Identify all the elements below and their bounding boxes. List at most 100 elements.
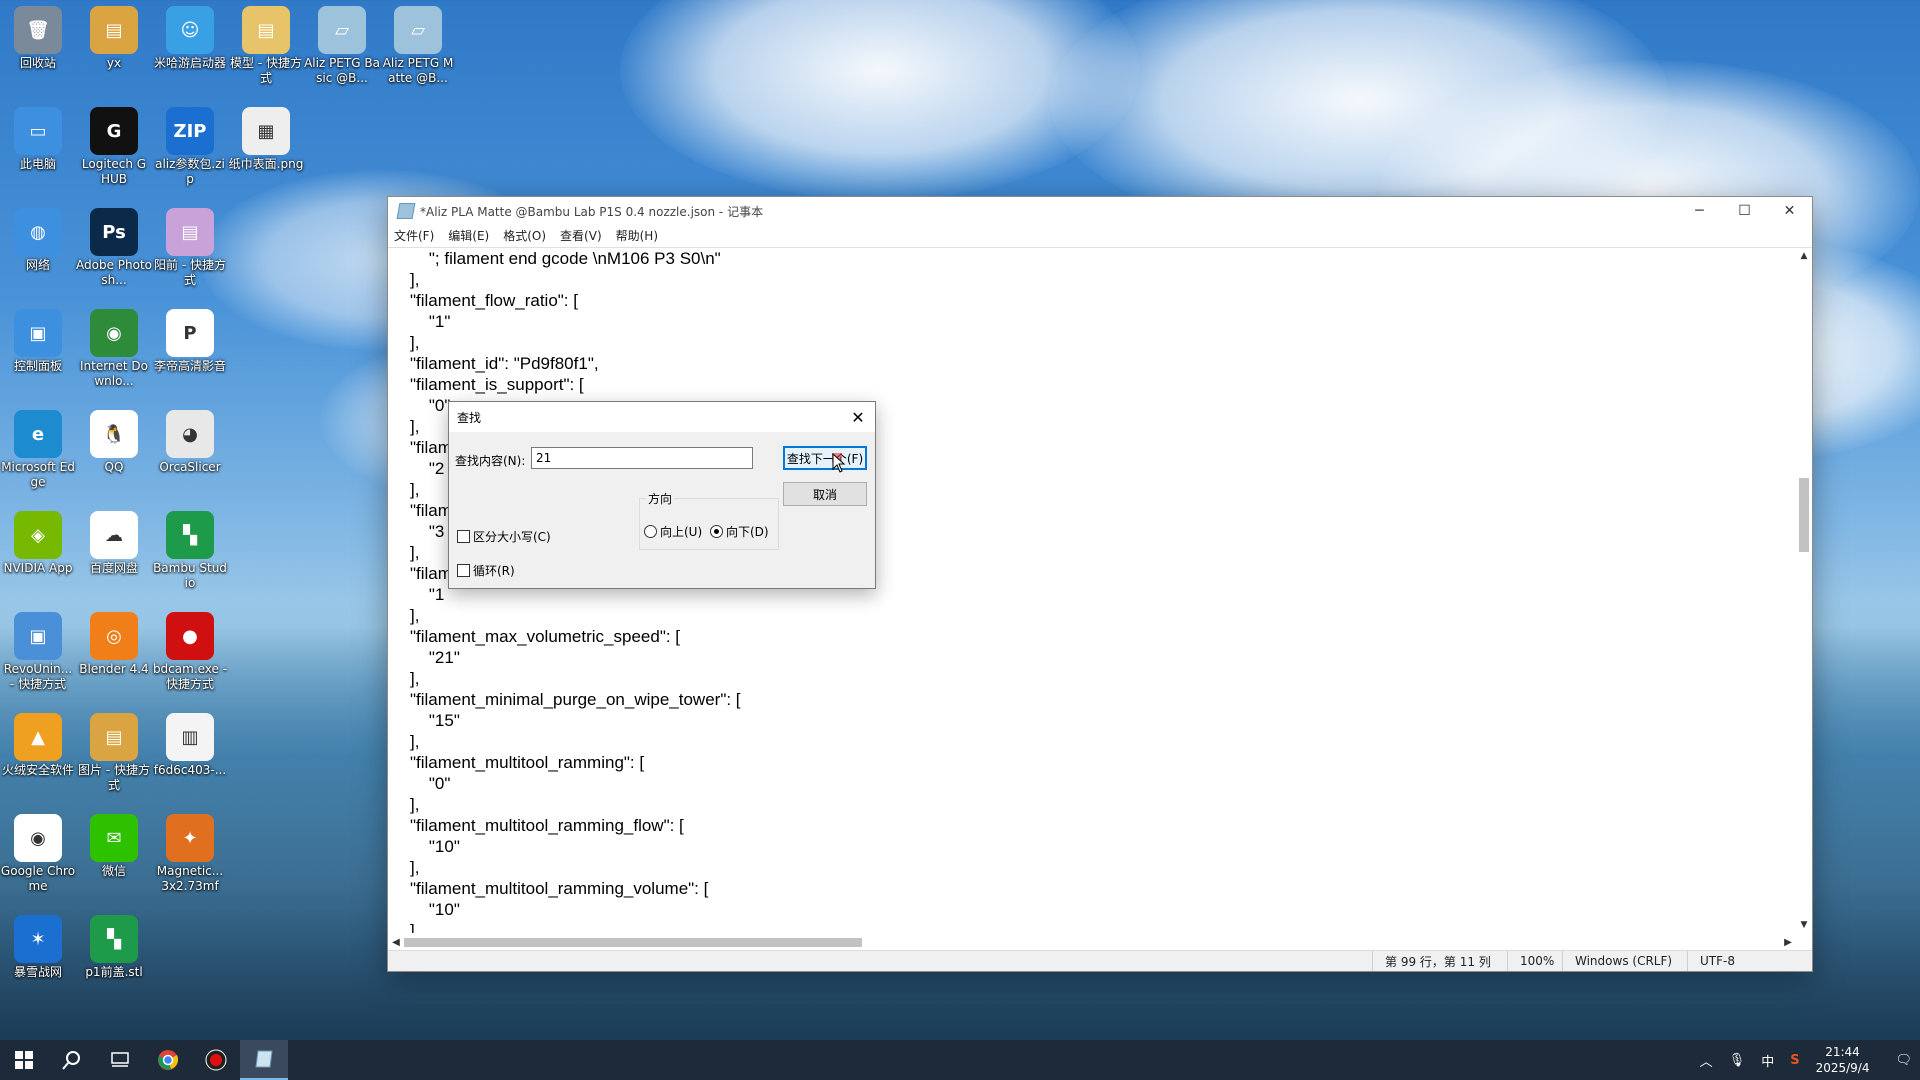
- desktop-icon[interactable]: P 李帝高清影音: [152, 303, 228, 374]
- desktop-icon[interactable]: ▤ 图片 - 快捷方式: [76, 707, 152, 793]
- radio-down-icon[interactable]: [710, 525, 723, 538]
- checkbox-icon[interactable]: [457, 530, 470, 543]
- scroll-up-icon[interactable]: ▲: [1796, 248, 1812, 264]
- desktop-icon[interactable]: ▲ 火绒安全软件: [0, 707, 76, 778]
- vertical-scroll-thumb[interactable]: [1799, 478, 1809, 552]
- horizontal-scrollbar[interactable]: ◀ ▶: [388, 933, 1796, 951]
- text-line[interactable]: "1": [410, 311, 1796, 332]
- text-line[interactable]: "filament_is_support": [: [410, 374, 1796, 395]
- desktop-icon[interactable]: Ps Adobe Photosh...: [76, 202, 152, 288]
- desktop-icon[interactable]: ☁ 百度网盘: [76, 505, 152, 576]
- desktop-icon[interactable]: e Microsoft Edge: [0, 404, 76, 490]
- desktop-icon[interactable]: ▤ 模型 - 快捷方式: [228, 0, 304, 86]
- desktop-icon[interactable]: ● bdcam.exe - 快捷方式: [152, 606, 228, 692]
- desktop-icon[interactable]: ▦ 纸巾表面.png: [228, 101, 304, 172]
- desktop-icon[interactable]: ◉ Google Chrome: [0, 808, 76, 894]
- menu-view[interactable]: 查看(V): [560, 227, 602, 244]
- desktop-icon[interactable]: ✶ 暴雪战网: [0, 909, 76, 980]
- start-button[interactable]: [0, 1040, 48, 1080]
- desktop-icon[interactable]: ▣ 控制面板: [0, 303, 76, 374]
- text-line[interactable]: "filament_id": "Pd9f80f1",: [410, 353, 1796, 374]
- desktop-icon[interactable]: ▥ f6d6c403-...: [152, 707, 228, 778]
- checkbox-icon[interactable]: [457, 564, 470, 577]
- desktop-icon[interactable]: ◎ Blender 4.4: [76, 606, 152, 677]
- menu-edit[interactable]: 编辑(E): [448, 227, 489, 244]
- desktop-icon[interactable]: ▭ 此电脑: [0, 101, 76, 172]
- close-icon[interactable]: ✕: [841, 402, 875, 432]
- text-line[interactable]: "filament_flow_ratio": [: [410, 290, 1796, 311]
- text-line[interactable]: ],: [410, 857, 1796, 878]
- text-line[interactable]: "15": [410, 710, 1796, 731]
- clock[interactable]: 21:44 2025/9/4: [1816, 1044, 1870, 1076]
- scroll-right-icon[interactable]: ▶: [1780, 933, 1796, 951]
- sogou-icon[interactable]: S: [1790, 1053, 1799, 1068]
- text-line[interactable]: "0": [410, 773, 1796, 794]
- horizontal-scroll-thumb[interactable]: [404, 938, 862, 947]
- text-line[interactable]: "10": [410, 899, 1796, 920]
- desktop-icon[interactable]: ZIP aliz参数包.zip: [152, 101, 228, 187]
- text-line[interactable]: ],: [410, 269, 1796, 290]
- taskbar-chrome[interactable]: [144, 1040, 192, 1080]
- search-button[interactable]: [48, 1040, 96, 1080]
- desktop-icon[interactable]: ◕ OrcaSlicer: [152, 404, 228, 475]
- scroll-left-icon[interactable]: ◀: [388, 933, 404, 951]
- desktop-icon[interactable]: ▚ p1前盖.stl: [76, 909, 152, 980]
- desktop-icon[interactable]: ◉ Internet Downlo...: [76, 303, 152, 389]
- text-line[interactable]: "filament_multitool_ramming_volume": [: [410, 878, 1796, 899]
- desktop-icon[interactable]: 🗑 回收站: [0, 0, 76, 71]
- menu-file[interactable]: 文件(F): [394, 227, 434, 244]
- text-content[interactable]: "; filament end gcode \nM106 P3 S0\n"], "…: [388, 248, 1796, 933]
- desktop-icon[interactable]: G Logitech G HUB: [76, 101, 152, 187]
- desktop-icon[interactable]: ◈ NVIDIA App: [0, 505, 76, 576]
- text-line[interactable]: ],: [410, 605, 1796, 626]
- desktop-icon[interactable]: ✦ Magnetic... 3x2.73mf: [152, 808, 228, 894]
- chevron-up-icon[interactable]: ︿: [1700, 1051, 1713, 1070]
- text-line[interactable]: "; filament end gcode \nM106 P3 S0\n": [410, 248, 1796, 269]
- text-line[interactable]: ],: [410, 794, 1796, 815]
- desktop-icon[interactable]: ▱ Aliz PETG Matte @B...: [380, 0, 456, 86]
- find-what-input[interactable]: [531, 447, 753, 469]
- desktop-icon[interactable]: ▚ Bambu Studio: [152, 505, 228, 591]
- microphone-icon[interactable]: 🎙: [1729, 1053, 1746, 1068]
- radio-up-icon[interactable]: [644, 525, 657, 538]
- ime-indicator[interactable]: 中: [1761, 1051, 1774, 1070]
- task-view-button[interactable]: [96, 1040, 144, 1080]
- text-line[interactable]: "filament_max_volumetric_speed": [: [410, 626, 1796, 647]
- text-line[interactable]: "filament_minimal_purge_on_wipe_tower": …: [410, 689, 1796, 710]
- taskbar-bandicam[interactable]: [192, 1040, 240, 1080]
- desktop-icon[interactable]: ☺ 米哈游启动器: [152, 0, 228, 71]
- match-case-checkbox[interactable]: 区分大小写(C): [457, 528, 551, 545]
- desktop-icon[interactable]: ▤ yx: [76, 0, 152, 71]
- desktop-icon[interactable]: ▣ RevoUnin... - 快捷方式: [0, 606, 76, 692]
- text-line[interactable]: "filament_multitool_ramming_flow": [: [410, 815, 1796, 836]
- close-button[interactable]: ✕: [1767, 197, 1812, 225]
- text-line[interactable]: "filament_multitool_ramming": [: [410, 752, 1796, 773]
- minimize-button[interactable]: ─: [1677, 197, 1722, 225]
- desktop-icon[interactable]: ▱ Aliz PETG Basic @B...: [304, 0, 380, 86]
- notification-icon[interactable]: 🗨: [1895, 1053, 1912, 1068]
- desktop-icon[interactable]: 🐧 QQ: [76, 404, 152, 475]
- text-line[interactable]: ],: [410, 731, 1796, 752]
- vertical-scrollbar[interactable]: ▲ ▼: [1796, 248, 1812, 933]
- menu-format[interactable]: 格式(O): [503, 227, 546, 244]
- taskbar-notepad[interactable]: [240, 1040, 288, 1080]
- text-line[interactable]: ],: [410, 332, 1796, 353]
- text-line[interactable]: "10": [410, 836, 1796, 857]
- desktop-icon[interactable]: ✉ 微信: [76, 808, 152, 879]
- find-title-bar[interactable]: 查找 ✕: [449, 402, 875, 432]
- menu-help[interactable]: 帮助(H): [616, 227, 658, 244]
- desktop-icon[interactable]: ◍ 网络: [0, 202, 76, 273]
- editor-area[interactable]: "; filament end gcode \nM106 P3 S0\n"], "…: [388, 247, 1812, 951]
- text-line[interactable]: ],: [410, 920, 1796, 933]
- text-line[interactable]: ],: [410, 668, 1796, 689]
- scroll-down-icon[interactable]: ▼: [1796, 917, 1812, 933]
- direction-down-radio[interactable]: 向下(D): [710, 523, 769, 540]
- find-dialog[interactable]: 查找 ✕ 查找内容(N): 查找下一个(F) 取消 方向 向上(U) 向下(D)…: [448, 401, 876, 589]
- wrap-around-checkbox[interactable]: 循环(R): [457, 562, 515, 579]
- maximize-button[interactable]: ☐: [1722, 197, 1767, 225]
- title-bar[interactable]: *Aliz PLA Matte @Bambu Lab P1S 0.4 nozzl…: [388, 197, 1812, 225]
- cancel-button[interactable]: 取消: [783, 482, 867, 506]
- text-line[interactable]: "21": [410, 647, 1796, 668]
- find-next-button[interactable]: 查找下一个(F): [783, 446, 867, 470]
- direction-up-radio[interactable]: 向上(U): [644, 523, 702, 540]
